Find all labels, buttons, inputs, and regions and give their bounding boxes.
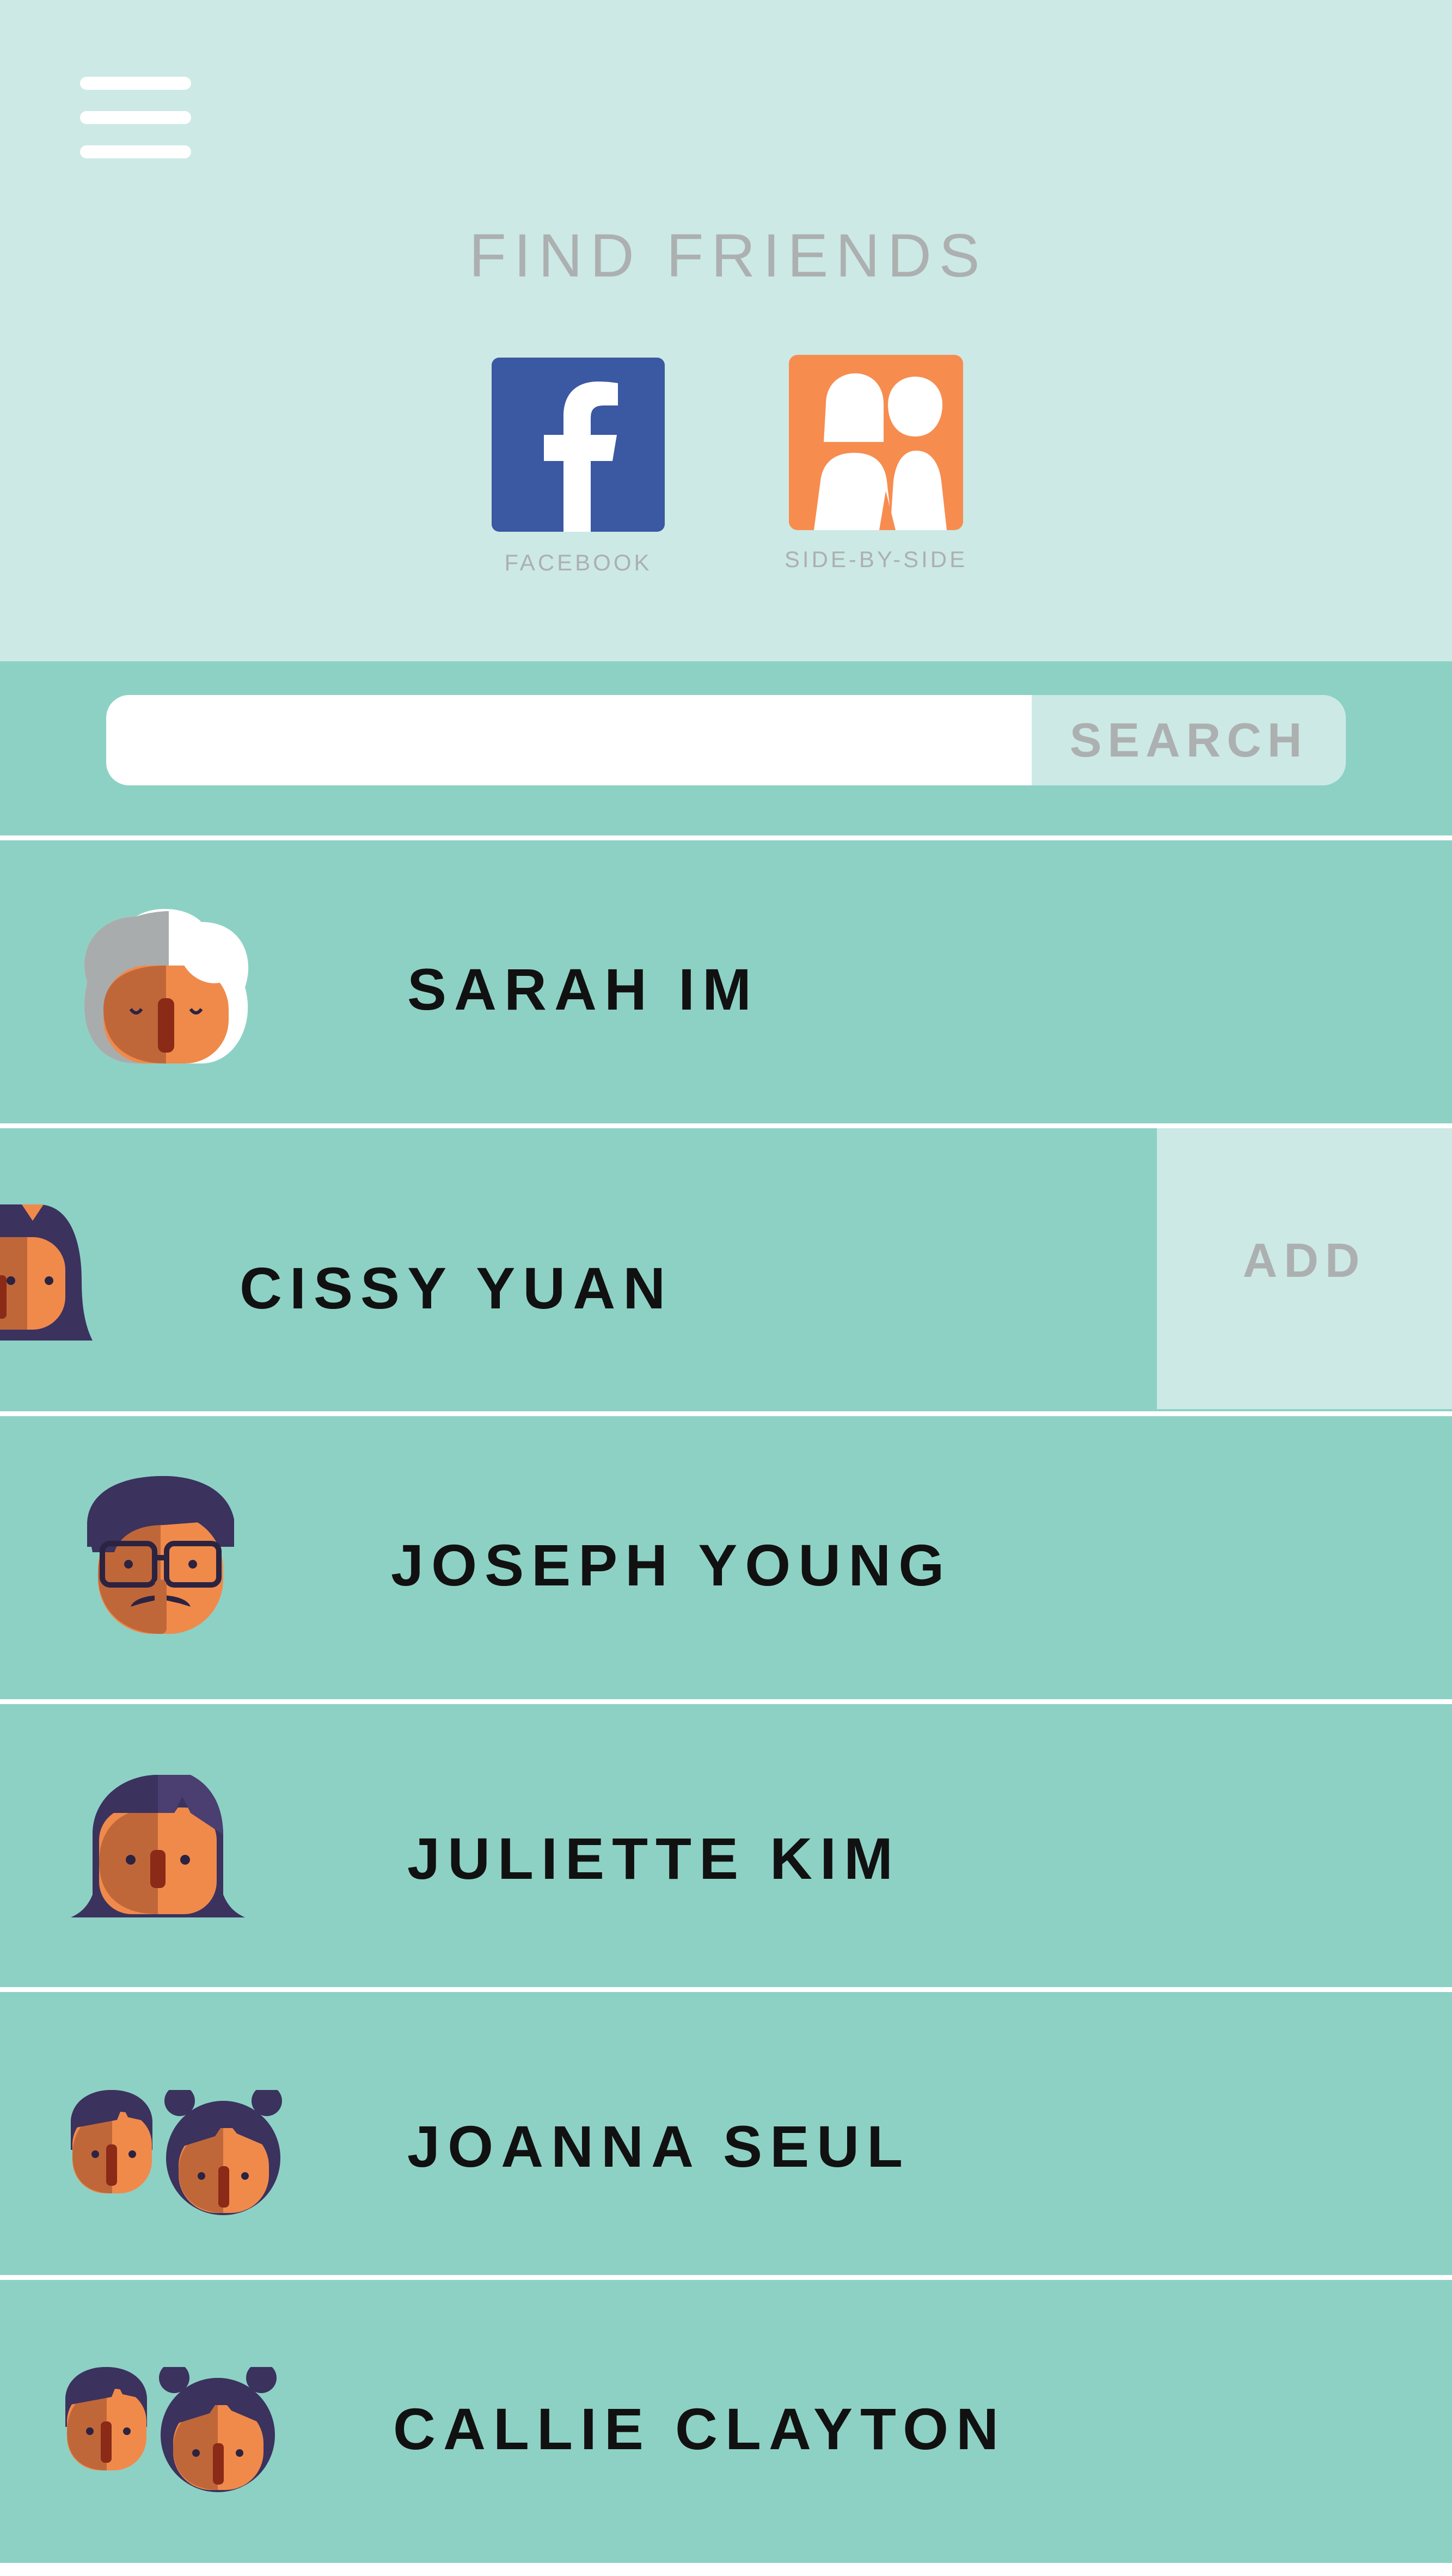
friend-name: CALLIE CLAYTON	[393, 2396, 1007, 2462]
facebook-icon	[544, 382, 618, 532]
search-input[interactable]	[106, 695, 1032, 785]
add-friend-button[interactable]: ADD	[1157, 1128, 1452, 1409]
side-by-side-icon	[814, 373, 947, 530]
facebook-label: FACEBOOK	[504, 550, 652, 575]
friend-name: JOANNA SEUL	[407, 2113, 911, 2179]
friend-row[interactable]: JOSEPH YOUNG	[0, 1416, 1452, 1699]
woman-avatar	[71, 1775, 245, 1917]
friend-row[interactable]: JOANNA SEUL	[0, 1992, 1452, 2275]
friend-row[interactable]: JULIETTE KIM	[0, 1704, 1452, 1987]
friend-name: CISSY YUAN	[240, 1255, 673, 1321]
man-glasses-mustache-avatar	[87, 1476, 234, 1634]
friend-name: SARAH IM	[407, 956, 759, 1022]
search-button[interactable]: SEARCH	[1032, 695, 1346, 785]
friend-name: JULIETTE KIM	[407, 1825, 901, 1891]
hamburger-menu-icon[interactable]	[80, 77, 191, 158]
two-children-avatar	[65, 2367, 277, 2492]
two-children-avatar	[71, 2090, 282, 2215]
find-friends-header: FIND FRIENDS FACEBOOK SIDE-BY-SIDE	[0, 0, 1452, 661]
facebook-button[interactable]	[492, 358, 665, 532]
grandmother-avatar	[84, 909, 249, 1063]
friend-row[interactable]: CALLIE CLAYTON	[0, 2280, 1452, 2563]
girl-avatar	[0, 1204, 93, 1341]
friend-row[interactable]: SARAH IM	[0, 840, 1452, 1123]
friend-name: JOSEPH YOUNG	[391, 1532, 952, 1598]
side-by-side-label: SIDE-BY-SIDE	[784, 546, 968, 572]
side-by-side-button[interactable]	[789, 355, 963, 530]
page-title: FIND FRIENDS	[469, 222, 988, 290]
